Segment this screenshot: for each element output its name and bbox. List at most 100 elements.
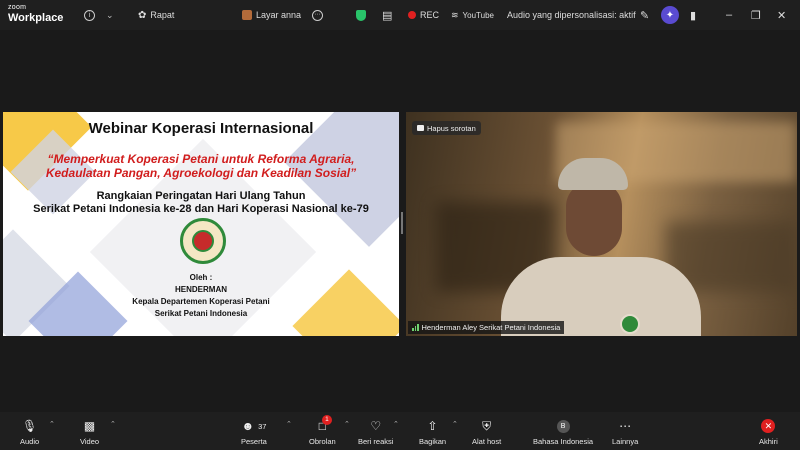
language-initial: B (556, 419, 570, 433)
tab-meeting-label: Rapat (150, 10, 175, 20)
video-off-icon: ▩ (83, 419, 96, 433)
participant-cap (558, 158, 628, 190)
audio-options-caret[interactable]: ⌃ (49, 420, 55, 428)
speaker-organization: Serikat Petani Indonesia (154, 309, 248, 318)
organization-logo (180, 218, 226, 264)
more-label: Lainnya (612, 437, 639, 446)
slide-subtitle-line: Serikat Petani Indonesia ke-28 dan Hari … (33, 203, 369, 215)
more-button[interactable]: ⋯ Lainnya (612, 412, 638, 450)
slide-presenter: Oleh : HENDERMAN Kepala Departemen Koper… (3, 272, 399, 320)
sparkle-icon: ✦ (661, 6, 679, 24)
chat-badge: 1 (321, 415, 332, 425)
share-button[interactable]: ⇧ Bagikan (419, 412, 446, 450)
shared-screen: Webinar Koperasi Internasional “Memperku… (3, 112, 399, 336)
participants-options-caret[interactable]: ⌃ (286, 420, 292, 428)
notes-icon: ▤ (382, 9, 393, 22)
speaker-position: Kepala Departemen Koperasi Petani (132, 297, 270, 306)
minimize-icon: – (726, 9, 733, 21)
speaker-name: HENDERMAN (175, 285, 227, 294)
host-tools-label: Alat host (472, 437, 502, 446)
more-options-button[interactable]: ⋯ (312, 0, 323, 30)
react-label: Beri reaksi (358, 437, 394, 446)
end-icon: ✕ (761, 418, 776, 434)
audio-button[interactable]: 🎙︎ Audio (20, 412, 39, 450)
react-options-caret[interactable]: ⌃ (393, 420, 399, 428)
slide-subtitle: Rangkaian Peringatan Hari Ulang Tahun Se… (3, 190, 399, 216)
participant-face (566, 182, 622, 256)
notes-button[interactable]: ▤ (382, 0, 392, 30)
minimize-button[interactable]: – (726, 0, 732, 30)
personalized-audio-indicator[interactable]: Audio yang dipersonalisasi: aktif (507, 0, 636, 30)
share-label: Bagikan (419, 437, 447, 446)
close-button[interactable]: ✕ (777, 0, 786, 30)
meeting-controls: 🎙︎ Audio ⌃ ▩ Video ⌃ ☻ 37 Peserta ⌃ □ 1 Ob… (0, 412, 800, 450)
participants-button[interactable]: ☻ 37 Peserta (241, 412, 267, 450)
close-icon: ✕ (777, 9, 787, 22)
shirt-badge (620, 314, 640, 334)
language-icon: B (556, 418, 570, 434)
restore-icon: ❐ (751, 9, 761, 22)
chat-button[interactable]: □ 1 Obrolan (309, 412, 336, 450)
share-options-caret[interactable]: ⌃ (452, 420, 458, 428)
shield-icon (356, 9, 366, 21)
recording-indicator[interactable]: REC (408, 0, 439, 30)
chevron-down-icon: ⌄ (106, 9, 114, 20)
title-bar: zoom Workplace i ⌄ ✿ Rapat Layar anna ⋯ … (0, 0, 800, 30)
mic-muted-icon: 🎙︎ (21, 419, 38, 433)
screen-thumbnail-icon (242, 10, 252, 20)
record-icon (408, 11, 416, 19)
video-options-caret[interactable]: ⌃ (110, 420, 116, 428)
panel-button[interactable]: ▮ (690, 0, 696, 30)
youtube-label: YouTube (462, 10, 494, 20)
tab-meeting[interactable]: ✿ Rapat (138, 0, 174, 30)
info-icon: i (84, 9, 95, 21)
close-x-icon: ✕ (761, 419, 776, 433)
shield-icon: ⛨ (482, 418, 492, 433)
restore-button[interactable]: ❐ (751, 0, 761, 30)
language-label: Bahasa Indonesia (533, 437, 594, 446)
split-resize-handle[interactable] (401, 212, 403, 234)
chat-icon: □ 1 (319, 415, 332, 434)
brand-bottom: Workplace (8, 12, 64, 24)
livestream-indicator[interactable]: ≋ YouTube (451, 0, 494, 30)
remove-spotlight-button[interactable]: Hapus sorotan (412, 121, 481, 135)
slide-title: Webinar Koperasi Internasional (88, 120, 314, 137)
tab-shared-screen-label: Layar anna (256, 10, 302, 20)
security-button[interactable] (356, 0, 366, 30)
chat-options-caret[interactable]: ⌃ (344, 420, 350, 428)
more-dots-icon: ⋯ (312, 9, 323, 21)
broadcast-icon: ≋ (451, 9, 459, 20)
audio-status-label: Audio yang dipersonalisasi: aktif (507, 10, 636, 20)
ai-companion-button[interactable]: ✦ (661, 0, 679, 30)
participant-name-tag: Henderman Aley Serikat Petani Indonesia (408, 321, 565, 334)
paw-icon: ✿ (138, 9, 147, 21)
pen-icon: ✎ (640, 9, 650, 22)
end-label: Akhiri (759, 437, 778, 446)
spotlight-icon (417, 125, 424, 131)
heart-icon: ♡ (370, 419, 382, 433)
tab-shared-screen[interactable]: Layar anna (242, 0, 301, 30)
zoom-logo: zoom Workplace (8, 3, 64, 24)
slide-subtitle-line: Rangkaian Peringatan Hari Ulang Tahun (96, 190, 306, 202)
rec-label: REC (420, 10, 440, 20)
audio-label: Audio (20, 437, 40, 446)
host-tools-button[interactable]: ⛨ Alat host (472, 412, 501, 450)
video-button[interactable]: ▩ Video (80, 412, 99, 450)
remove-spotlight-label: Hapus sorotan (427, 123, 476, 133)
react-button[interactable]: ♡ Beri reaksi (358, 412, 393, 450)
slide-theme: “Memperkuat Koperasi Petani untuk Reform… (3, 152, 399, 180)
participant-video[interactable]: Hapus sorotan Henderman Aley Serikat Pet… (406, 112, 797, 336)
more-icon: ⋯ (619, 419, 632, 433)
participants-icon: ☻ 37 (241, 419, 267, 433)
video-label: Video (80, 437, 100, 446)
edit-button[interactable]: ✎ (640, 0, 649, 30)
participant-name: Henderman Aley Serikat Petani Indonesia (421, 323, 561, 332)
info-dropdown[interactable]: ⌄ (106, 0, 114, 30)
info-button[interactable]: i (84, 0, 95, 30)
signal-bars-icon (412, 324, 419, 331)
end-meeting-button[interactable]: ✕ Akhiri (759, 412, 778, 450)
panel-icon: ▮ (690, 9, 697, 22)
language-button[interactable]: B Bahasa Indonesia (533, 412, 593, 450)
by-label: Oleh : (189, 273, 213, 282)
chat-label: Obrolan (309, 437, 336, 446)
